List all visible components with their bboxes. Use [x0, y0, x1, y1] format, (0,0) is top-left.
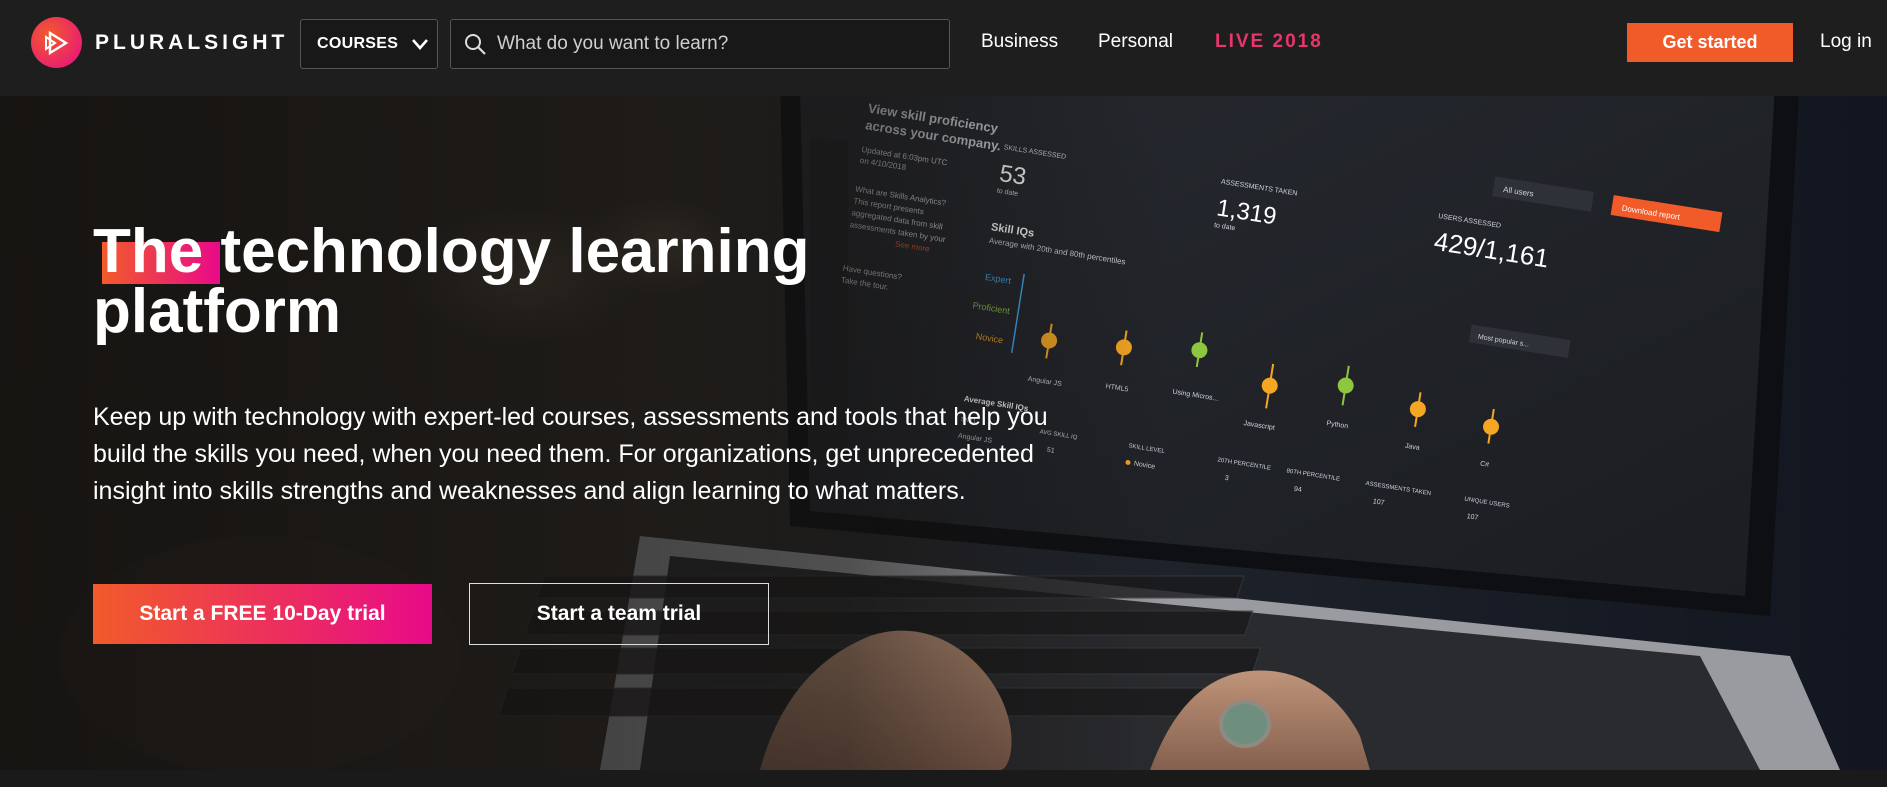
free-trial-button[interactable]: Start a FREE 10-Day trial — [93, 584, 432, 644]
team-trial-button[interactable]: Start a team trial — [469, 583, 769, 645]
courses-dropdown[interactable]: COURSES — [300, 19, 438, 69]
hero-description: Keep up with technology with expert-led … — [93, 403, 1048, 505]
chevron-down-icon — [412, 39, 429, 50]
search-box[interactable] — [450, 19, 950, 69]
pluralsight-logo-icon — [31, 17, 82, 68]
nav-personal[interactable]: Personal — [1098, 31, 1173, 53]
hero-title-line2: platform — [93, 277, 341, 346]
search-input[interactable] — [497, 33, 937, 55]
courses-label: COURSES — [317, 35, 399, 52]
search-icon — [465, 34, 486, 55]
hero-title: The technology learning platform — [93, 221, 993, 343]
hero-title-line1: The technology learning — [93, 217, 810, 286]
get-started-button[interactable]: Get started — [1627, 23, 1793, 62]
pluralsight-logo[interactable]: PLURALSIGHT — [31, 17, 288, 68]
logo-text: PLURALSIGHT — [95, 30, 289, 54]
site-header: PLURALSIGHT COURSES Business Personal LI… — [0, 0, 1887, 96]
nav-business[interactable]: Business — [981, 31, 1058, 53]
login-link[interactable]: Log in — [1820, 31, 1872, 53]
page-bottom-strip — [0, 770, 1887, 787]
nav-live-2018[interactable]: LIVE 2018 — [1215, 31, 1323, 53]
hero-section: View skill proficiency across your compa… — [0, 96, 1887, 770]
